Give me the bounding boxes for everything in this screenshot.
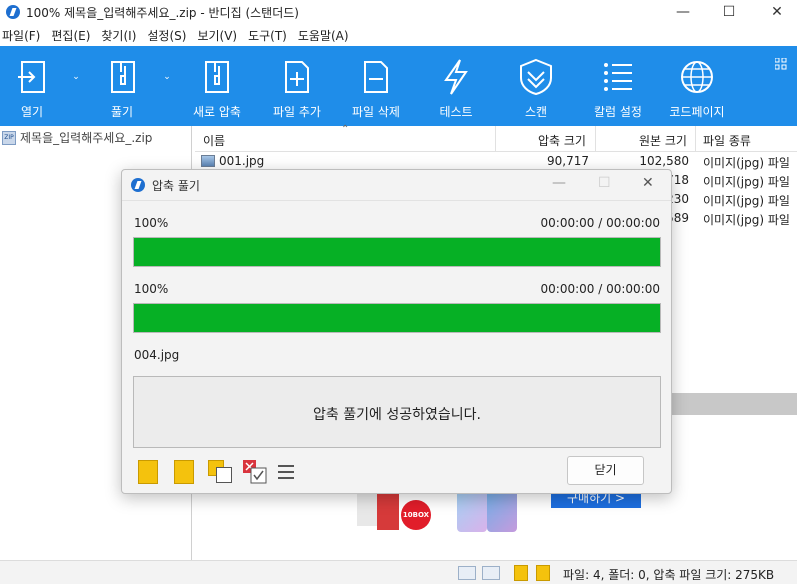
open-folder-icon[interactable] (514, 565, 528, 581)
dialog-close-icon[interactable]: ✕ (642, 175, 654, 191)
file-list-header: 이름 ⌃ 압축 크기 원본 크기 파일 종류 (195, 124, 797, 152)
extract-dropdown-chevron-icon[interactable]: ⌄ (161, 72, 173, 82)
dialog-action-icons (138, 459, 298, 485)
ad-badge: 10BOX (401, 500, 431, 530)
menu-view[interactable]: 보기(V) (197, 27, 237, 44)
menu-icon[interactable] (277, 463, 295, 481)
dialog-minimize-button[interactable]: — (552, 175, 566, 191)
extract-icon (111, 61, 135, 93)
details-view-icon[interactable] (458, 566, 476, 580)
result-message: 압축 풀기에 성공하였습니다. (313, 407, 481, 423)
new-archive-icon (205, 61, 229, 93)
extract-button[interactable]: 풀기 (96, 46, 148, 126)
test-button[interactable]: 테스트 (428, 46, 484, 126)
dialog-maximize-button: ☐ (598, 175, 611, 191)
compressed-size: 90,717 (547, 154, 589, 168)
status-bar: 파일: 4, 폴더: 0, 압축 파일 크기: 275KB (0, 560, 797, 584)
copy-path-icon[interactable] (216, 467, 232, 483)
menu-bar: 파일(F) 편집(E) 찾기(I) 설정(S) 보기(V) 도구(T) 도움말(… (0, 24, 797, 46)
zip-icon: ZIP (2, 130, 16, 145)
open-dropdown-chevron-icon[interactable]: ⌄ (70, 72, 82, 82)
open-label: 열기 (20, 105, 44, 119)
scan-label: 스캔 (524, 105, 548, 119)
total-progress-percent: 100% (134, 216, 169, 230)
column-settings-label: 칼럼 설정 (594, 105, 642, 119)
total-progress-fill (134, 238, 660, 266)
delete-archive-icon[interactable] (242, 459, 268, 485)
column-header-original[interactable]: 원본 크기 (639, 132, 687, 149)
column-divider[interactable] (695, 126, 696, 152)
result-message-box: 압축 풀기에 성공하였습니다. (133, 376, 661, 448)
file-progress-bar (133, 303, 661, 333)
codepage-label: 코드페이지 (669, 105, 725, 119)
current-file-name: 004.jpg (134, 348, 180, 362)
file-progress-percent: 100% (134, 282, 169, 296)
add-file-icon (285, 61, 309, 93)
globe-icon (681, 61, 713, 93)
bandizip-app-icon (131, 178, 145, 192)
image-file-icon (201, 155, 215, 167)
minimize-button[interactable]: — (663, 0, 703, 24)
maximize-button[interactable]: ☐ (709, 0, 749, 24)
scan-button[interactable]: 스캔 (510, 46, 562, 126)
file-type: 이미지(jpg) 파일 (703, 194, 790, 208)
column-header-type[interactable]: 파일 종류 (703, 132, 751, 149)
menu-help[interactable]: 도움말(A) (298, 27, 349, 44)
extract-label: 풀기 (110, 105, 134, 119)
close-window-button[interactable]: ✕ (757, 0, 797, 24)
divider (122, 200, 671, 201)
column-header-compressed[interactable]: 압축 크기 (538, 132, 586, 149)
dialog-title: 압축 풀기 (152, 179, 200, 193)
add-file-label: 파일 추가 (273, 105, 321, 119)
status-text: 파일: 4, 폴더: 0, 압축 파일 크기: 275KB (563, 568, 775, 582)
open-folder-icon[interactable] (138, 460, 158, 484)
sort-ascending-icon: ⌃ (341, 124, 350, 135)
test-label: 테스트 (439, 105, 473, 119)
window-title: 100% 제목을_입력해주세요_.zip - 반디집 (스탠더드) (26, 5, 299, 20)
preview-view-icon[interactable] (482, 566, 500, 580)
menu-tools[interactable]: 도구(T) (248, 27, 287, 44)
file-name: 001.jpg (219, 154, 265, 168)
toolbar: 열기 ⌄ 풀기 ⌄ 새로 압축 파일 추가 파일 삭제 테스트 스캔 칼럼 설정… (0, 46, 797, 126)
tree-item-label: 제목을_입력해주세요_.zip (20, 131, 153, 145)
file-type: 이미지(jpg) 파일 (703, 156, 790, 170)
add-file-button[interactable]: 파일 추가 (264, 46, 330, 126)
folder-icon[interactable] (536, 565, 550, 581)
menu-edit[interactable]: 편집(E) (51, 27, 90, 44)
delete-file-icon (364, 61, 388, 93)
folder-icon[interactable] (174, 460, 194, 484)
open-button[interactable]: 열기 (6, 46, 58, 126)
column-divider[interactable] (595, 126, 596, 152)
ad-product-image (377, 490, 399, 530)
column-settings-button[interactable]: 칼럼 설정 (586, 46, 650, 126)
total-progress-time: 00:00:00 / 00:00:00 (540, 216, 660, 230)
layout-grid-icon[interactable] (775, 58, 787, 70)
original-size: 102,580 (639, 154, 689, 168)
tree-item-archive[interactable]: ZIP 제목을_입력해주세요_.zip (2, 129, 152, 146)
column-settings-icon (604, 63, 632, 91)
menu-settings[interactable]: 설정(S) (147, 27, 186, 44)
total-progress-bar (133, 237, 661, 267)
column-divider[interactable] (495, 126, 496, 152)
file-type: 이미지(jpg) 파일 (703, 175, 790, 189)
menu-file[interactable]: 파일(F) (2, 27, 40, 44)
extract-progress-dialog: 압축 풀기 — ☐ ✕ 100% 00:00:00 / 00:00:00 100… (121, 169, 672, 494)
dialog-title-bar[interactable]: 압축 풀기 — ☐ ✕ (122, 170, 671, 200)
test-icon (444, 59, 468, 95)
delete-file-button[interactable]: 파일 삭제 (343, 46, 409, 126)
file-progress-fill (134, 304, 660, 332)
title-bar: 100% 제목을_입력해주세요_.zip - 반디집 (스탠더드) — ☐ ✕ (0, 0, 797, 24)
file-type: 이미지(jpg) 파일 (703, 213, 790, 227)
delete-file-label: 파일 삭제 (352, 105, 400, 119)
scan-icon (520, 58, 552, 96)
menu-find[interactable]: 찾기(I) (101, 27, 136, 44)
bandizip-app-icon (6, 5, 20, 19)
new-archive-button[interactable]: 새로 압축 (186, 46, 248, 126)
file-progress-time: 00:00:00 / 00:00:00 (540, 282, 660, 296)
column-header-name[interactable]: 이름 (203, 132, 225, 149)
close-button[interactable]: 닫기 (567, 456, 644, 485)
new-archive-label: 새로 압축 (193, 105, 241, 119)
open-icon (18, 61, 45, 93)
codepage-button[interactable]: 코드페이지 (662, 46, 732, 126)
